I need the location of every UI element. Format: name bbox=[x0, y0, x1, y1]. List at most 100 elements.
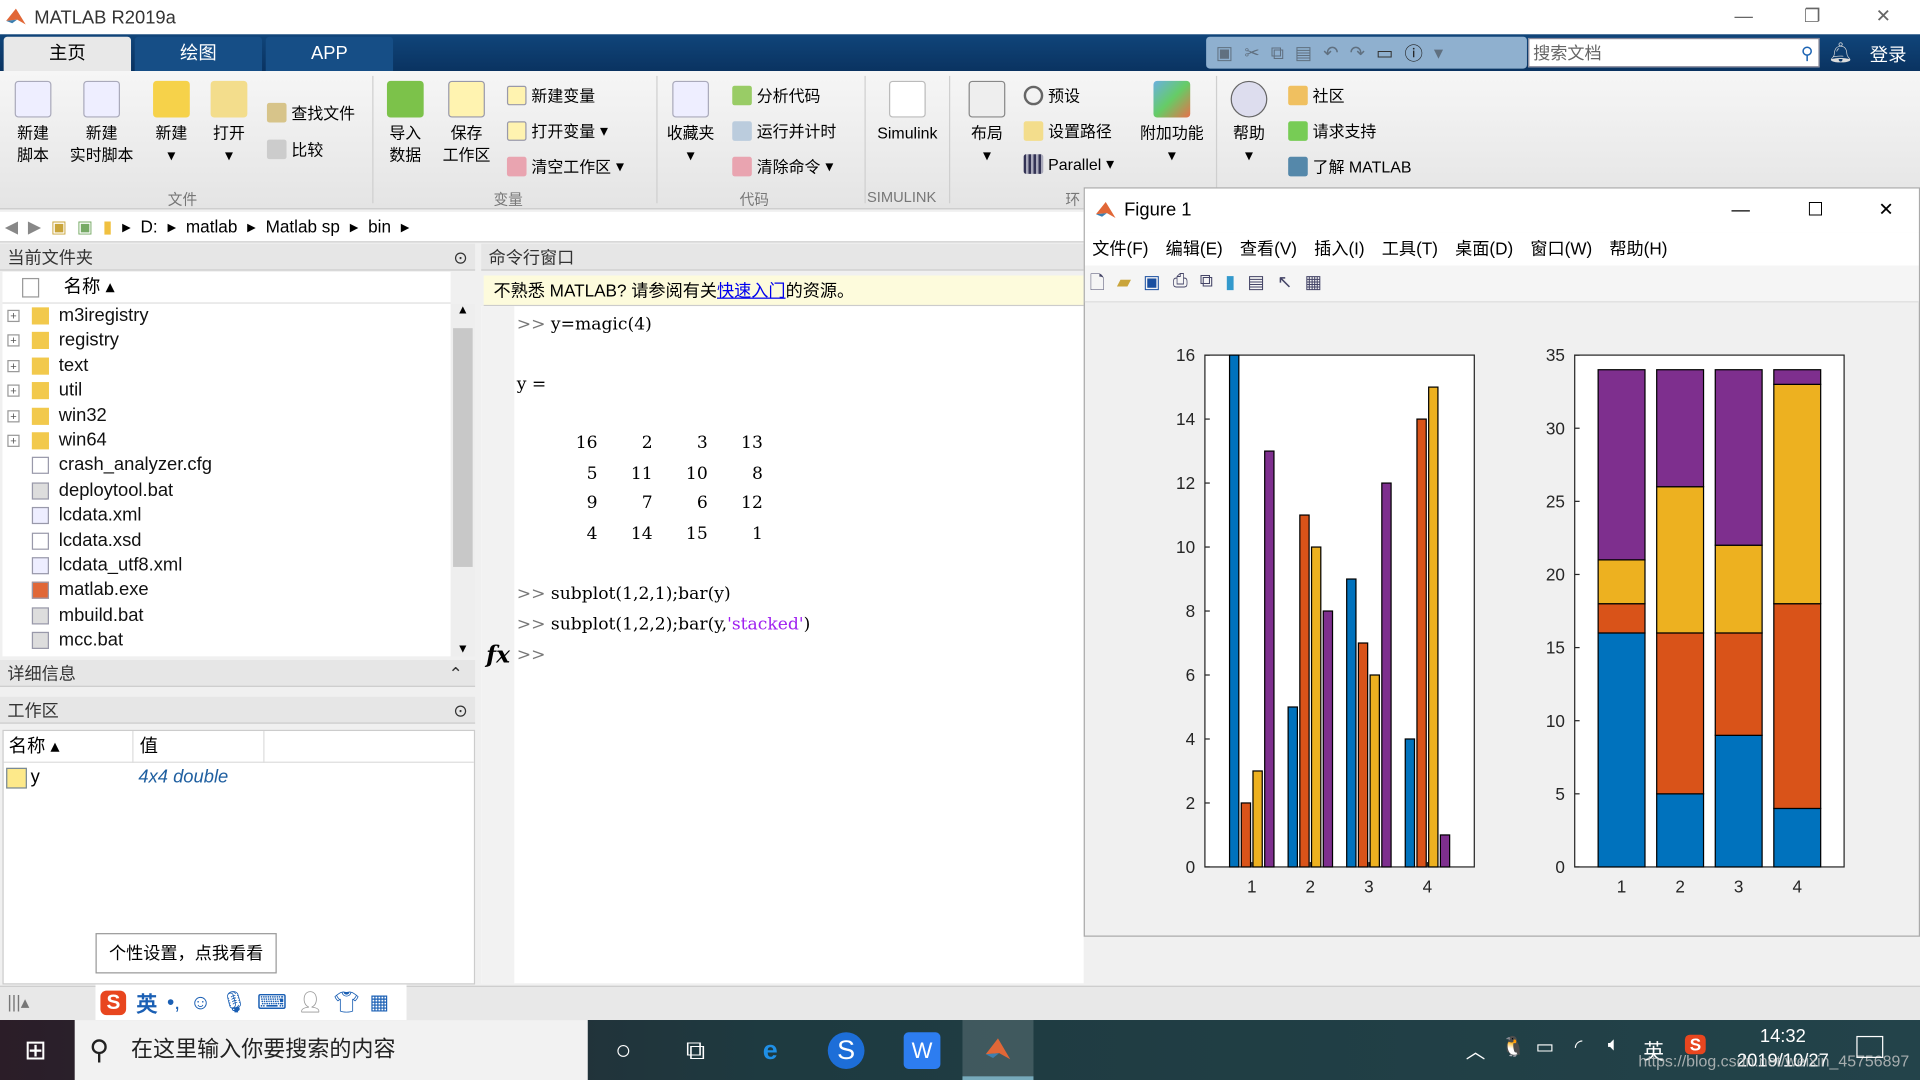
new-button[interactable]: 新建 ▾ bbox=[148, 80, 195, 167]
figure-menu-item[interactable]: 桌面(D) bbox=[1455, 239, 1513, 259]
figure-menu-item[interactable]: 窗口(W) bbox=[1530, 239, 1592, 259]
ime-language-toggle[interactable]: 英 bbox=[136, 987, 157, 1018]
search-icon[interactable]: ⚲ bbox=[1801, 39, 1814, 66]
request-support-button[interactable]: 请求支持 bbox=[1288, 119, 1376, 142]
figure-menu-item[interactable]: 工具(T) bbox=[1382, 239, 1438, 259]
edge-browser-icon[interactable]: e bbox=[752, 1032, 789, 1069]
function-browser-icon[interactable]: fx bbox=[486, 642, 510, 669]
layout-button[interactable]: 布局 ▾ bbox=[961, 80, 1012, 167]
save-workspace-button[interactable]: 保存 工作区 bbox=[438, 80, 494, 167]
help-button[interactable]: 帮助 ▾ bbox=[1225, 80, 1274, 167]
command-window[interactable]: >> y=magic(4) y = 16 2 3 13 5 11 10 8 9 7 6 12 4 14 15… bbox=[481, 306, 1084, 984]
skin-icon[interactable]: 👕︎ bbox=[333, 990, 359, 1014]
figure-close-button[interactable]: ✕ bbox=[1878, 189, 1893, 233]
restore-button[interactable]: ❐ bbox=[1778, 0, 1847, 34]
file-item[interactable]: + registry bbox=[2, 329, 450, 354]
path-segment[interactable]: bin bbox=[368, 217, 391, 237]
parallel-button[interactable]: Parallel ▾ bbox=[1023, 154, 1114, 174]
wifi-icon[interactable]: ◜ bbox=[1575, 1035, 1583, 1059]
figure-menu-item[interactable]: 文件(F) bbox=[1092, 239, 1148, 259]
file-item[interactable]: + win32 bbox=[2, 404, 450, 429]
analyze-code-button[interactable]: 分析代码 bbox=[732, 83, 820, 106]
figure-minimize-button[interactable]: — bbox=[1731, 189, 1749, 233]
files-column-header[interactable]: 名称 ▴ bbox=[2, 271, 451, 304]
file-item[interactable]: + text bbox=[2, 354, 450, 379]
new-variable-button[interactable]: 新建变量 bbox=[506, 83, 595, 106]
preferences-button[interactable]: 预设 bbox=[1023, 83, 1080, 106]
expand-icon[interactable]: + bbox=[7, 309, 20, 323]
learn-matlab-button[interactable]: 了解 MATLAB bbox=[1288, 154, 1411, 177]
tab-home[interactable]: 主页 bbox=[3, 36, 132, 72]
microphone-icon[interactable]: 🎙︎ bbox=[221, 990, 247, 1014]
sogou-browser-icon[interactable]: S bbox=[827, 1032, 865, 1069]
volume-icon[interactable]: 🔈︎ bbox=[1608, 1035, 1620, 1057]
undo-icon[interactable]: ↶ bbox=[1323, 42, 1338, 64]
print-icon[interactable]: ⎙ bbox=[1173, 271, 1188, 297]
getting-started-link[interactable]: 快速入门 bbox=[717, 280, 786, 300]
open-button[interactable]: 打开 ▾ bbox=[206, 80, 253, 167]
path-segment[interactable]: D: bbox=[141, 217, 158, 237]
path-segment[interactable]: Matlab sp bbox=[266, 217, 340, 237]
dropdown-icon[interactable]: ▾ bbox=[1434, 42, 1443, 64]
file-item[interactable]: crash_analyzer.cfg bbox=[2, 453, 450, 478]
set-path-button[interactable]: 设置路径 bbox=[1023, 119, 1112, 142]
expand-icon[interactable]: + bbox=[7, 359, 20, 372]
file-list[interactable]: + m3iregistry + registry + text + util + win32 + wi… bbox=[2, 303, 451, 657]
file-item[interactable]: mcc.bat bbox=[2, 628, 450, 653]
workspace-row[interactable]: y 4x4 double bbox=[4, 763, 474, 792]
colorbar-icon[interactable]: ▮ bbox=[1225, 271, 1235, 297]
browse-icon[interactable]: ▣ bbox=[77, 216, 93, 237]
edit-plot-arrow-icon[interactable]: ↖ bbox=[1277, 271, 1292, 297]
details-header[interactable]: 详细信息 ⌃ bbox=[0, 660, 476, 687]
open-variable-button[interactable]: 打开变量 ▾ bbox=[506, 119, 608, 142]
notifications-icon[interactable] bbox=[1856, 1035, 1884, 1058]
panel-menu-icon[interactable]: ⊙ bbox=[453, 697, 467, 724]
command-prompt[interactable]: >> bbox=[517, 645, 546, 665]
file-item[interactable]: lcdata_utf8.xml bbox=[2, 553, 450, 578]
figure-axes-area[interactable]: 02468101214161 2 3 4051015202530351 2 3 4 bbox=[1085, 302, 1920, 938]
taskbar-search-input[interactable]: ⚲ 在这里输入你要搜索的内容 bbox=[74, 1020, 588, 1080]
tab-plots[interactable]: 绘图 bbox=[134, 36, 263, 72]
file-list-scrollbar[interactable]: ▲ ▼ bbox=[450, 303, 476, 657]
figure-menu-item[interactable]: 插入(I) bbox=[1314, 239, 1364, 259]
redo-icon[interactable]: ↷ bbox=[1350, 42, 1365, 64]
find-files-button[interactable]: 查找文件 bbox=[266, 100, 355, 123]
help-icon[interactable]: ⓘ bbox=[1405, 40, 1423, 66]
expand-icon[interactable]: + bbox=[7, 409, 20, 422]
new-live-script-button[interactable]: 新建 实时脚本 bbox=[65, 80, 138, 167]
file-item[interactable]: + m3iregistry bbox=[2, 304, 450, 329]
run-and-time-button[interactable]: 运行并计时 bbox=[732, 119, 836, 142]
file-item[interactable]: mbuild.bat bbox=[2, 603, 450, 628]
user-icon[interactable]: 👤︎ bbox=[297, 990, 323, 1014]
address-bar[interactable]: ◀ ▶ ▣ ▣ ▮ ▸ D: ▸ matlab ▸ Matlab sp ▸ bin ▸ bbox=[0, 211, 1084, 243]
expand-icon[interactable]: + bbox=[7, 384, 20, 397]
link-plot-icon[interactable]: ⧉ bbox=[1200, 271, 1213, 297]
new-figure-icon[interactable]: 🗋︎ bbox=[1090, 271, 1105, 297]
sogou-logo-icon[interactable]: S bbox=[100, 990, 127, 1015]
show-hidden-icons[interactable]: ︿ bbox=[1466, 1035, 1486, 1064]
keyboard-icon[interactable]: ⌨ bbox=[257, 990, 287, 1014]
figure-maximize-button[interactable]: ☐ bbox=[1807, 189, 1823, 233]
toolbox-icon[interactable]: ▦ bbox=[369, 990, 389, 1014]
save-icon[interactable]: ▣ bbox=[1143, 271, 1160, 297]
windows-start-icon[interactable]: ⊞ bbox=[17, 1032, 54, 1069]
favorites-button[interactable]: 收藏夹 ▾ bbox=[664, 80, 718, 167]
punctuation-icon[interactable]: •, bbox=[167, 990, 180, 1014]
legend-icon[interactable]: ▤ bbox=[1248, 271, 1265, 297]
property-inspector-icon[interactable]: ▦ bbox=[1305, 271, 1322, 297]
bell-icon[interactable]: 🔔︎ bbox=[1828, 40, 1853, 64]
file-item[interactable]: matlab.exe bbox=[2, 578, 450, 603]
minimize-button[interactable]: — bbox=[1709, 0, 1778, 34]
figure-menu-item[interactable]: 帮助(H) bbox=[1609, 239, 1667, 259]
switch-windows-icon[interactable]: ▭ bbox=[1376, 42, 1393, 64]
up-folder-icon[interactable]: ▣ bbox=[51, 216, 67, 237]
login-button[interactable]: 登录 bbox=[1870, 42, 1907, 68]
import-data-button[interactable]: 导入 数据 bbox=[382, 80, 429, 167]
forward-icon[interactable]: ▶ bbox=[28, 216, 41, 237]
wps-icon[interactable]: W bbox=[903, 1032, 941, 1069]
emoji-icon[interactable]: ☺ bbox=[190, 990, 211, 1014]
matlab-taskbar-button[interactable] bbox=[962, 1020, 1034, 1080]
copy-icon[interactable]: ⧉ bbox=[1271, 42, 1284, 63]
tab-apps[interactable]: APP bbox=[265, 36, 394, 72]
file-item[interactable]: lcdata.xsd bbox=[2, 528, 450, 553]
